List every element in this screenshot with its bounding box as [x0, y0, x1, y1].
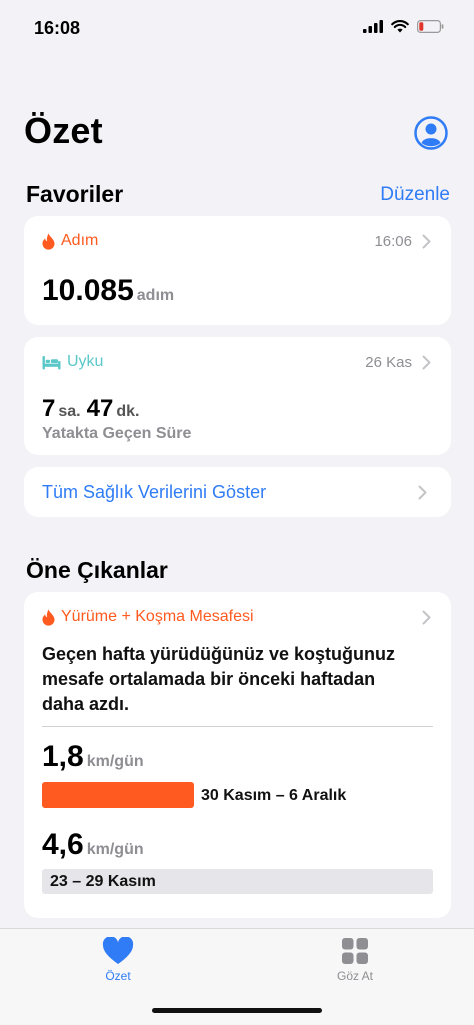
chevron-right-icon: [418, 485, 427, 500]
page-title: Özet: [24, 110, 103, 151]
status-time: 16:08: [34, 18, 81, 38]
sleep-hours-unit: sa.: [58, 403, 81, 420]
sleep-hours: 7: [42, 395, 56, 422]
flame-icon: [42, 233, 55, 250]
steps-card-category: Adım: [42, 232, 98, 250]
chevron-right-icon: [422, 234, 431, 249]
highlight-divider: [42, 726, 433, 727]
current-week-bar: [42, 782, 194, 808]
steps-card-meta: 16:06: [374, 233, 431, 250]
home-indicator[interactable]: [152, 1008, 322, 1013]
sleep-duration: 7 sa. 47 dk.: [42, 395, 145, 423]
status-icons: [363, 20, 444, 33]
sleep-card-category: Uyku: [42, 353, 103, 371]
previous-week-value-row: 4,6 km/gün: [42, 828, 144, 862]
show-all-label: Tüm Sağlık Verilerini Göster: [42, 482, 267, 502]
steps-category-label: Adım: [61, 232, 99, 249]
current-week-value-row: 1,8 km/gün: [42, 740, 144, 774]
previous-week-unit: km/gün: [86, 841, 144, 858]
previous-week-value: 4,6: [42, 828, 84, 861]
sleep-date: 26 Kas: [365, 354, 412, 371]
sleep-card[interactable]: Uyku 26 Kas 7 sa. 47 dk. Yatakta Geçen Süre: [24, 337, 451, 455]
highlight-category-label: Yürüme + Koşma Mesafesi: [61, 608, 254, 625]
walking-distance-highlight-card[interactable]: Yürüme + Koşma Mesafesi Geçen hafta yürü…: [24, 592, 451, 918]
sleep-minutes: 47: [86, 395, 114, 422]
sleep-category-label: Uyku: [67, 353, 104, 370]
highlight-description: Geçen hafta yürüdüğünüz ve koştuğunuz me…: [42, 644, 396, 714]
previous-week-range: 23 – 29 Kasım: [50, 873, 156, 890]
highlight-category: Yürüme + Koşma Mesafesi: [42, 608, 254, 626]
chevron-right-icon: [422, 610, 431, 625]
steps-card[interactable]: Adım 16:06 10.085 adım: [24, 216, 451, 325]
steps-timestamp: 16:06: [374, 233, 412, 250]
steps-unit: adım: [136, 287, 175, 304]
tab-browse-label: Göz At: [336, 969, 374, 983]
bed-icon: [42, 355, 61, 369]
cellular-signal-icon: [363, 20, 383, 33]
heart-icon: [102, 937, 134, 964]
steps-value-row: 10.085 adım: [42, 274, 174, 308]
tab-summary-label: Özet: [105, 969, 131, 983]
battery-low-icon: [417, 20, 444, 33]
favorites-section-title: Favoriler: [26, 181, 124, 207]
previous-week-bar: 23 – 29 Kasım: [42, 869, 433, 894]
sleep-card-meta: 26 Kas: [365, 354, 431, 371]
show-all-health-data-button[interactable]: Tüm Sağlık Verilerini Göster: [24, 467, 451, 517]
sleep-caption: Yatakta Geçen Süre: [42, 425, 192, 442]
chevron-right-icon: [422, 355, 431, 370]
current-week-value: 1,8: [42, 740, 84, 773]
tab-summary[interactable]: Özet: [91, 937, 145, 983]
steps-value: 10.085: [42, 274, 134, 307]
highlights-section-title: Öne Çıkanlar: [26, 557, 168, 583]
current-week-unit: km/gün: [86, 753, 144, 770]
flame-icon: [42, 609, 55, 626]
edit-favorites-button[interactable]: Düzenle: [380, 184, 450, 206]
profile-avatar-icon[interactable]: [414, 116, 448, 150]
tab-browse[interactable]: Göz At: [322, 937, 388, 983]
sleep-minutes-unit: dk.: [116, 403, 140, 420]
wifi-icon: [391, 20, 409, 33]
current-week-range: 30 Kasım – 6 Aralık: [201, 787, 347, 804]
grid-icon: [342, 938, 368, 964]
